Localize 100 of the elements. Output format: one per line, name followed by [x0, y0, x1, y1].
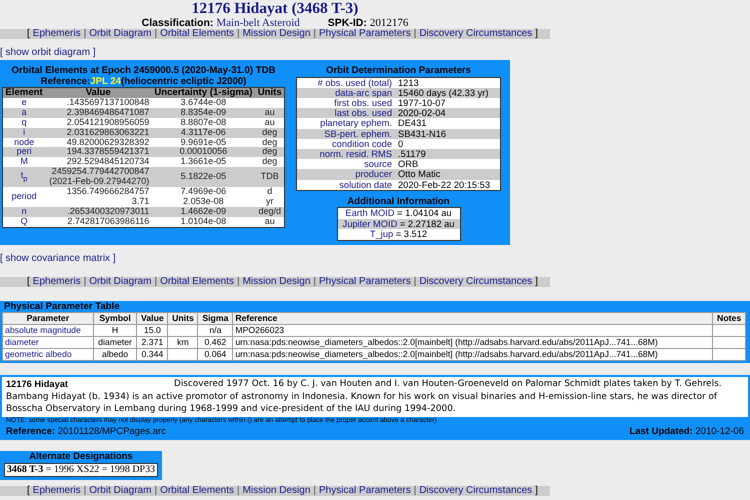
reference-label: Reference: — [40, 76, 90, 86]
info-label[interactable]: T_jup — [370, 229, 394, 240]
parameter-label[interactable]: producer — [296, 169, 395, 180]
nav-link[interactable]: Mission Design — [242, 276, 310, 287]
element-link[interactable]: q — [2, 118, 46, 128]
spk-id-value: 2012176 — [370, 17, 408, 29]
symbol-cell: H — [93, 324, 137, 336]
nav-link[interactable]: Physical Parameters — [319, 28, 411, 39]
parameter-label[interactable]: first obs. used — [296, 98, 395, 108]
info-label[interactable]: Jupiter MOID — [342, 218, 398, 229]
separator: | — [313, 28, 316, 39]
parameter-value: SB431-N16 — [395, 128, 500, 139]
nav-link[interactable]: Physical Parameters — [319, 276, 411, 287]
nav-link[interactable]: Orbital Elements — [160, 276, 234, 287]
nav-link[interactable]: Mission Design — [242, 485, 310, 496]
element-link[interactable]: node — [2, 138, 46, 148]
uncertainty-cell: 8.8354e-09 — [151, 108, 256, 118]
parameter-link[interactable]: geometric albedo — [2, 348, 94, 360]
element-link[interactable]: e — [2, 98, 46, 108]
separator: | — [84, 485, 86, 496]
nav-link[interactable]: Discovery Circumstances — [419, 276, 532, 287]
nav-link[interactable]: Orbit Diagram — [89, 28, 152, 39]
parameter-value: 1977-10-07 — [395, 98, 500, 108]
nav-link[interactable]: Orbital Elements — [160, 28, 234, 39]
nav-link[interactable]: Discovery Circumstances — [419, 485, 532, 496]
element-link[interactable]: peri — [2, 147, 46, 158]
parameter-label[interactable]: last obs. used — [296, 108, 395, 118]
units-cell: TDB — [255, 167, 284, 188]
info-label[interactable]: Earth MOID — [345, 208, 394, 218]
parameter-label[interactable]: SB-pert. ephem. — [296, 128, 395, 139]
column-header: Symbol — [93, 312, 137, 324]
element-link[interactable]: n — [2, 206, 46, 217]
nav-link[interactable]: Physical Parameters — [319, 485, 411, 496]
parameter-link[interactable]: absolute magnitude — [2, 324, 94, 336]
parameter-value: 2020-02-04 — [395, 108, 500, 118]
nav-link[interactable]: Orbit Diagram — [89, 485, 152, 496]
parameter-label[interactable]: data-arc span — [296, 88, 395, 98]
value-cell: 2.054121908956059 — [45, 118, 152, 128]
element-link[interactable]: i — [2, 128, 46, 138]
value-cell: 2.398469486471087 — [45, 108, 152, 118]
nav-link[interactable]: Ephemeris — [32, 485, 81, 496]
parameter-label[interactable]: # obs. used (total) — [296, 77, 395, 88]
element-link[interactable]: period — [2, 187, 46, 207]
show-orbit-diagram-link[interactable]: [ show orbit diagram ] — [0, 47, 96, 59]
parameter-label[interactable]: condition code — [296, 138, 395, 149]
element-link[interactable]: t$_{p}$ — [2, 167, 46, 188]
nav-link[interactable]: Ephemeris — [32, 276, 81, 287]
units-cell: au — [255, 216, 284, 228]
parameter-value: 2020-Feb-22 20:15:53 — [395, 180, 500, 190]
separator: | — [84, 28, 86, 39]
last-updated-label: Last Updated: — [629, 426, 693, 438]
orbital-elements-title: Orbital Elements at Epoch 2459000.5 (2020-May-31.0) TDB — [10, 66, 276, 76]
units-cell: au — [255, 118, 284, 128]
classification-value: Main-belt Asteroid — [216, 17, 300, 29]
asteroid-name: 12176 Hidayat — [6, 378, 70, 390]
parameter-link[interactable]: diameter — [2, 336, 94, 348]
value-cell: .2653400320973011 — [45, 206, 152, 217]
reference-cell: urn:nasa:pds:neowise_diameters_albedos::2.0[mainbelt] (http://adsabs.harvard.edu/abs/2011ApJ...741...68M) — [232, 348, 713, 360]
column-header: Reference — [232, 312, 713, 324]
parameter-value: ORB — [395, 159, 500, 170]
separator: | — [313, 485, 316, 496]
separator: | — [154, 485, 158, 496]
uncertainty-cell: 5.1822e-05 — [151, 167, 256, 188]
additional-information-title: Additional Information — [346, 196, 451, 208]
column-header: Units — [168, 312, 198, 324]
nav-link[interactable]: Discovery Circumstances — [419, 28, 532, 39]
reference-value: 20101128/MPCPages.arc — [58, 426, 166, 438]
info-value: = 3.512 — [394, 229, 428, 240]
units-cell: deg/d — [255, 206, 284, 217]
bracket: ] — [535, 28, 538, 39]
uncertainty-cell: 1.4662e-09 — [151, 206, 256, 217]
parameter-label[interactable]: source — [296, 159, 395, 170]
uncertainty-cell: 9.9691e-05 — [151, 138, 256, 148]
units-cell: deg — [255, 138, 284, 148]
nav-link[interactable]: Orbit Diagram — [89, 276, 152, 287]
page-title: 12176 Hidayat (3468 T-3) — [190, 0, 360, 17]
show-covariance-matrix-link[interactable]: [ show covariance matrix ] — [0, 252, 116, 265]
reference-frame: (heliocentric ecliptic J2000) — [121, 76, 246, 86]
element-link[interactable]: M — [2, 157, 46, 168]
uncertainty-cell: 1.0104e-08 — [151, 216, 256, 228]
nav-link[interactable]: Orbital Elements — [160, 485, 234, 496]
parameter-label[interactable]: solution date — [296, 180, 395, 190]
units-cell: deg — [255, 147, 284, 158]
uncertainty-cell: 1.3661e-05 — [151, 157, 256, 168]
nav-link[interactable]: Mission Design — [242, 28, 310, 39]
nav-link[interactable]: Ephemeris — [32, 28, 81, 39]
parameter-label[interactable]: norm. resid. RMS — [296, 148, 395, 160]
separator: | — [414, 28, 416, 39]
symbol-cell: diameter — [93, 336, 137, 348]
spk-id-label: SPK-ID: — [328, 17, 367, 29]
units-cell: deg — [255, 128, 284, 138]
separator: | — [236, 276, 240, 287]
separator: | — [236, 28, 240, 39]
element-link[interactable]: Q — [2, 216, 46, 228]
units-cell: au — [255, 108, 284, 118]
citation-text: Bambang Hidayat (b. 1934) is an active promotor of astronomy in Indonesia. Known for his work on visual binaries and H-emission-line stars, he was director of Bosscha Observatory in Lembang during 1968-1999 and vice-president of the IAU during 1994-2000. — [6, 392, 718, 416]
parameter-value: DE431 — [395, 118, 500, 129]
element-link[interactable]: a — [2, 108, 46, 118]
parameter-label[interactable]: planetary ephem. — [296, 118, 395, 129]
uncertainty-cell: 3.6744e-08 — [151, 98, 256, 108]
